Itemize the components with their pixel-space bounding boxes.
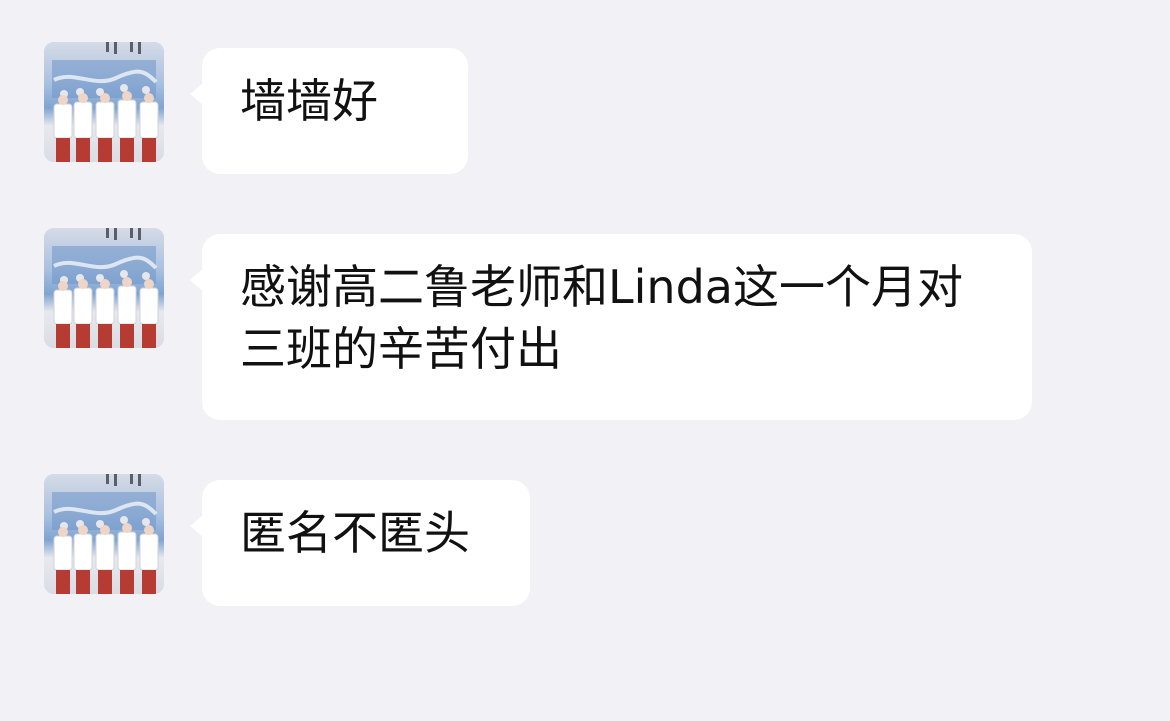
message-text: 匿名不匿头 [240, 506, 470, 560]
avatar[interactable] [44, 474, 164, 594]
avatar[interactable] [44, 228, 164, 348]
message-bubble[interactable]: 墙墙好 [190, 48, 468, 174]
message-text: 墙墙好 [240, 74, 378, 128]
message-bubble[interactable]: 匿名不匿头 [190, 480, 530, 606]
message-bubble[interactable]: 感谢高二鲁老师和Linda这一个月对三班的辛苦付出 [190, 234, 1032, 420]
avatar-image [44, 42, 164, 162]
avatar[interactable] [44, 42, 164, 162]
avatar-image [44, 474, 164, 594]
message-text: 感谢高二鲁老师和Linda这一个月对三班的辛苦付出 [240, 260, 963, 376]
avatar-image [44, 228, 164, 348]
